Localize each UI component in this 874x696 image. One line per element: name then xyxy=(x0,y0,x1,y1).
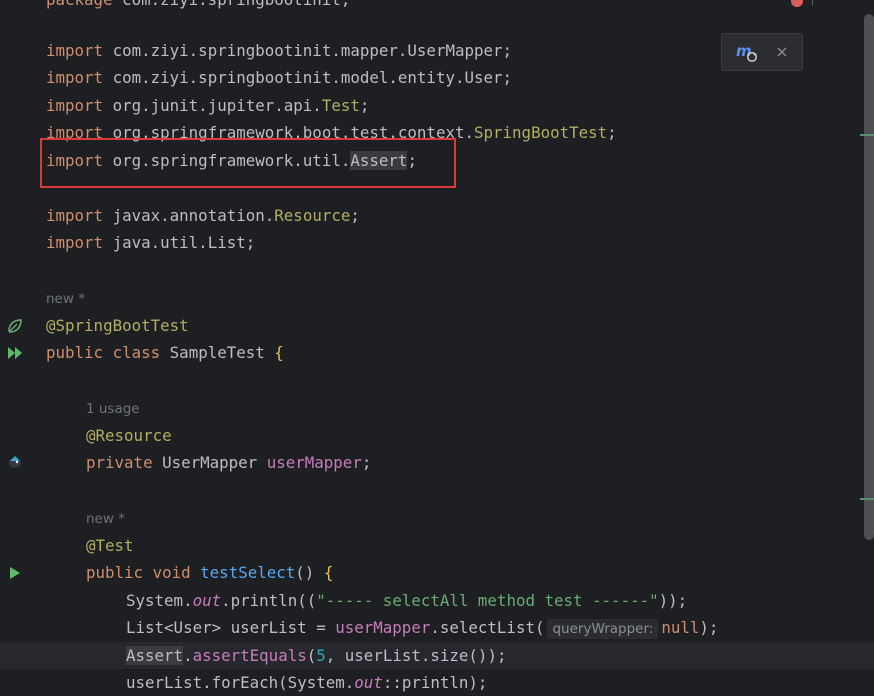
scroll-marker xyxy=(860,134,874,136)
method-params: () xyxy=(295,563,324,582)
keyword: private xyxy=(86,453,153,472)
import-path: com.ziyi.springbootinit.mapper.UserMappe… xyxy=(103,41,513,60)
code-line-select-list: List<User> userList = userMapper.selectL… xyxy=(46,614,860,641)
semicolon: ; xyxy=(350,206,360,225)
code-area[interactable]: package com.ziyi.springbootinit; import … xyxy=(0,0,874,692)
variable-declaration: List<User> userList = xyxy=(126,618,336,637)
toolbar-separator xyxy=(812,0,813,6)
run-all-tests-icon[interactable] xyxy=(6,344,24,362)
import-class: Test xyxy=(321,96,360,115)
keyword: package xyxy=(46,0,113,9)
parameter-hint: queryWrapper: xyxy=(547,619,659,639)
keyword: import xyxy=(46,206,104,225)
import-path: org.junit.jupiter.api. xyxy=(103,96,322,115)
method-call: .println(( xyxy=(221,591,317,610)
static-field: out xyxy=(354,673,383,692)
package-name: com.ziyi.springbootinit; xyxy=(113,0,350,9)
method-call: userList.forEach(System. xyxy=(126,673,355,692)
field-ref: userMapper xyxy=(335,618,431,637)
semicolon: ; xyxy=(607,123,617,142)
codevision-hint[interactable]: new * xyxy=(46,288,85,310)
brace: { xyxy=(323,563,334,582)
class-ref: System. xyxy=(126,591,193,610)
keyword: null xyxy=(661,618,700,637)
method-call: assertEquals xyxy=(192,646,307,665)
error-indicator-icon[interactable] xyxy=(790,0,804,8)
method-close: )); xyxy=(658,591,688,610)
field-name: userMapper xyxy=(266,453,362,472)
svg-text:m: m xyxy=(736,42,752,60)
keyword: import xyxy=(46,41,104,60)
method-name: testSelect xyxy=(200,563,296,582)
keyword: import xyxy=(46,233,104,252)
string-literal: "----- selectAll method test ------" xyxy=(316,591,659,610)
semicolon: ; xyxy=(359,96,370,115)
import-path: java.util.List; xyxy=(103,233,256,252)
keyword: import xyxy=(46,96,104,115)
brace: { xyxy=(274,343,284,362)
number-literal: 5 xyxy=(316,646,326,665)
import-path: javax.annotation. xyxy=(103,206,275,225)
maven-reload-icon[interactable]: m xyxy=(735,42,759,64)
code-line-println: System.out.println(("----- selectAll met… xyxy=(46,587,860,614)
annotation: @Resource xyxy=(86,426,172,445)
code-line-class-declaration: public class SampleTest { xyxy=(46,339,860,366)
code-line-import-resource: import javax.annotation.Resource; xyxy=(46,202,860,229)
code-line-annotation-springboottest: @SpringBootTest xyxy=(46,312,860,339)
code-line-annotation-resource: @Resource xyxy=(46,422,860,449)
method-args: , userList.size()); xyxy=(325,646,507,665)
spring-bean-icon[interactable] xyxy=(6,317,24,335)
usage-hint[interactable]: 1 usage xyxy=(86,398,140,420)
code-line-foreach: userList.forEach(System.out::println); xyxy=(46,669,860,696)
static-field: out xyxy=(192,591,222,610)
codevision-hint[interactable]: new * xyxy=(86,508,125,530)
import-class: Resource xyxy=(274,206,351,225)
method-call: .selectList( xyxy=(430,618,545,637)
semicolon: ; xyxy=(361,453,372,472)
code-editor[interactable]: package com.ziyi.springbootinit; import … xyxy=(0,0,874,692)
mybatis-bird-icon[interactable] xyxy=(6,453,24,471)
vertical-scrollbar[interactable] xyxy=(864,14,874,540)
maven-reload-toolbar: m × xyxy=(721,33,803,71)
type-name: UserMapper xyxy=(152,453,267,472)
red-highlight-box xyxy=(40,138,456,188)
keyword: class xyxy=(112,343,161,362)
paren: ( xyxy=(306,646,317,665)
close-icon[interactable]: × xyxy=(772,41,792,63)
editor-gutter xyxy=(0,0,40,684)
code-line-import-list: import java.util.List; xyxy=(46,229,860,256)
annotation: @Test xyxy=(86,536,134,555)
code-line-field-usermapper: private UserMapper userMapper; xyxy=(46,449,860,476)
method-ref: ::println); xyxy=(382,673,488,692)
scroll-marker xyxy=(860,498,874,500)
keyword: public xyxy=(86,563,144,582)
code-line-method-declaration: public void testSelect() { xyxy=(46,559,860,586)
run-test-icon[interactable] xyxy=(6,564,24,582)
import-path: com.ziyi.springbootinit.model.entity.Use… xyxy=(103,68,513,87)
code-line-package: package com.ziyi.springbootinit; xyxy=(46,0,860,13)
class-ref-assert[interactable]: Assert xyxy=(126,646,184,665)
code-line-assert-current[interactable]: Assert.assertEquals(5, userList.size()); xyxy=(0,642,874,669)
code-line-annotation-test: @Test xyxy=(46,532,860,559)
keyword: void xyxy=(152,563,191,582)
annotation: @SpringBootTest xyxy=(46,316,189,335)
keyword: import xyxy=(46,68,104,87)
keyword: public xyxy=(46,343,104,362)
import-class: SpringBootTest xyxy=(474,123,608,142)
chevron-up-icon[interactable]: ⌃ xyxy=(826,0,836,6)
class-name: SampleTest xyxy=(160,343,275,362)
method-close: ); xyxy=(699,618,719,637)
code-line-import-test: import org.junit.jupiter.api.Test; xyxy=(46,92,860,119)
